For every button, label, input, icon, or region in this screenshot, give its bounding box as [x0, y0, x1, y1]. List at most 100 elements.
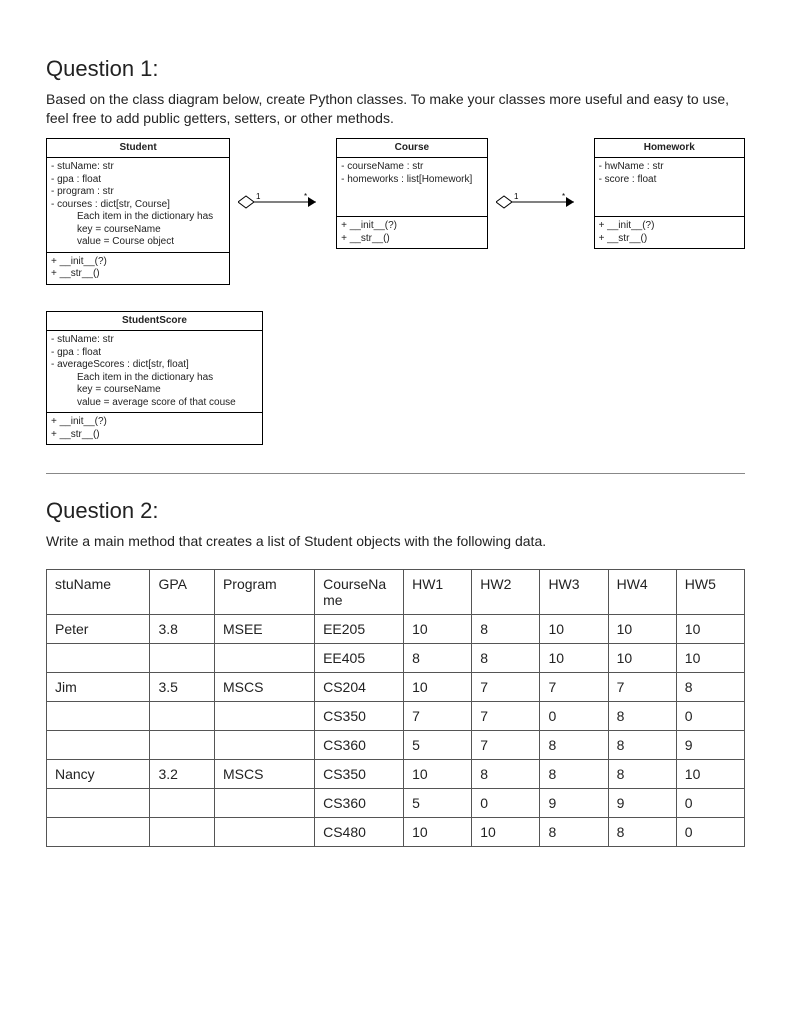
table-row: Nancy3.2MSCSCS3501088810 [47, 760, 745, 789]
table-cell: 10 [404, 615, 472, 644]
multiplicity-many: * [562, 192, 565, 201]
uml-attr-note: Each item in the dictionary has [51, 372, 258, 385]
table-cell [47, 702, 150, 731]
connector-course-homework: 1 * [496, 190, 586, 214]
aggregation-diamond-icon [496, 196, 512, 208]
table-cell: 5 [404, 789, 472, 818]
table-cell: EE405 [315, 644, 404, 673]
table-cell: 3.8 [150, 615, 215, 644]
table-cell: 8 [540, 760, 608, 789]
table-row: EE40588101010 [47, 644, 745, 673]
uml-attrs: - stuName: str - gpa : float - averageSc… [47, 331, 262, 413]
table-cell [47, 731, 150, 760]
col-hw1: HW1 [404, 570, 472, 615]
uml-op: + __str__() [51, 429, 100, 440]
table-cell: 7 [404, 702, 472, 731]
table-cell: 7 [472, 731, 540, 760]
table-cell: 0 [472, 789, 540, 818]
table-cell: 7 [608, 673, 676, 702]
table-cell: 3.2 [150, 760, 215, 789]
table-cell: 9 [608, 789, 676, 818]
uml-op: + __init__(?) [341, 220, 397, 231]
uml-title: Student [47, 139, 229, 159]
table-cell: 5 [404, 731, 472, 760]
multiplicity-one: 1 [256, 192, 261, 201]
table-cell: 9 [676, 731, 744, 760]
table-cell [47, 789, 150, 818]
table-cell [214, 702, 314, 731]
table-cell: 7 [472, 702, 540, 731]
table-cell: 10 [540, 644, 608, 673]
uml-attr: - homeworks : list[Homework] [341, 174, 472, 185]
uml-attrs: - hwName : str - score : float [595, 158, 744, 217]
arrowhead-icon [308, 197, 316, 207]
connector-student-course: 1 * [238, 190, 328, 214]
table-cell: MSCS [214, 673, 314, 702]
col-program: Program [214, 570, 314, 615]
uml-op: + __init__(?) [51, 256, 107, 267]
table-cell: 10 [540, 615, 608, 644]
uml-title: StudentScore [47, 312, 262, 332]
table-cell: 10 [404, 818, 472, 847]
table-cell [47, 818, 150, 847]
table-cell: CS350 [315, 702, 404, 731]
table-cell [214, 818, 314, 847]
col-hw3: HW3 [540, 570, 608, 615]
col-stuName: stuName [47, 570, 150, 615]
table-row: Peter3.8MSEEEE205108101010 [47, 615, 745, 644]
uml-attr-note: value = average score of that couse [51, 397, 258, 410]
uml-attr: - gpa : float [51, 174, 101, 185]
table-cell: 8 [608, 818, 676, 847]
uml-ops: + __init__(?) + __str__() [595, 217, 744, 248]
uml-attr-note: key = courseName [51, 384, 258, 397]
table-cell: CS204 [315, 673, 404, 702]
uml-attr: - hwName : str [599, 161, 664, 172]
table-cell: 8 [608, 731, 676, 760]
q2-text: Write a main method that creates a list … [46, 532, 745, 551]
uml-attr: - averageScores : dict[str, float] [51, 359, 189, 370]
table-cell [214, 731, 314, 760]
table-cell [150, 789, 215, 818]
table-cell: 10 [608, 644, 676, 673]
table-cell: EE205 [315, 615, 404, 644]
table-cell [150, 644, 215, 673]
aggregation-diamond-icon [238, 196, 254, 208]
table-cell: CS360 [315, 731, 404, 760]
table-cell: 10 [404, 673, 472, 702]
table-cell: 0 [540, 702, 608, 731]
uml-homework: Homework - hwName : str - score : float … [594, 138, 745, 250]
uml-op: + __init__(?) [599, 220, 655, 231]
table-cell [47, 644, 150, 673]
col-hw2: HW2 [472, 570, 540, 615]
table-cell: Nancy [47, 760, 150, 789]
divider [46, 473, 745, 474]
table-row: CS36057889 [47, 731, 745, 760]
uml-op: + __str__() [599, 233, 648, 244]
uml-attr: - stuName: str [51, 161, 114, 172]
arrowhead-icon [566, 197, 574, 207]
q1-text: Based on the class diagram below, create… [46, 90, 745, 128]
table-cell: MSCS [214, 760, 314, 789]
uml-attr: - gpa : float [51, 347, 101, 358]
uml-student: Student - stuName: str - gpa : float - p… [46, 138, 230, 285]
table-cell: 10 [608, 615, 676, 644]
table-cell: 3.5 [150, 673, 215, 702]
table-cell: 0 [676, 789, 744, 818]
table-cell: 10 [404, 760, 472, 789]
table-cell: 10 [676, 615, 744, 644]
uml-title: Course [337, 139, 486, 159]
uml-title: Homework [595, 139, 744, 159]
table-cell: Jim [47, 673, 150, 702]
uml-attr: - stuName: str [51, 334, 114, 345]
uml-attr: - program : str [51, 186, 114, 197]
table-cell [150, 702, 215, 731]
table-cell: 7 [472, 673, 540, 702]
table-header-row: stuName GPA Program CourseName HW1 HW2 H… [47, 570, 745, 615]
q1-heading: Question 1: [46, 56, 745, 82]
uml-attr: - courses : dict[str, Course] [51, 199, 170, 210]
uml-attr-note: Each item in the dictionary has [51, 211, 225, 224]
table-cell: MSEE [214, 615, 314, 644]
col-hw5: HW5 [676, 570, 744, 615]
uml-attrs: - courseName : str - homeworks : list[Ho… [337, 158, 486, 217]
q2-heading: Question 2: [46, 498, 745, 524]
